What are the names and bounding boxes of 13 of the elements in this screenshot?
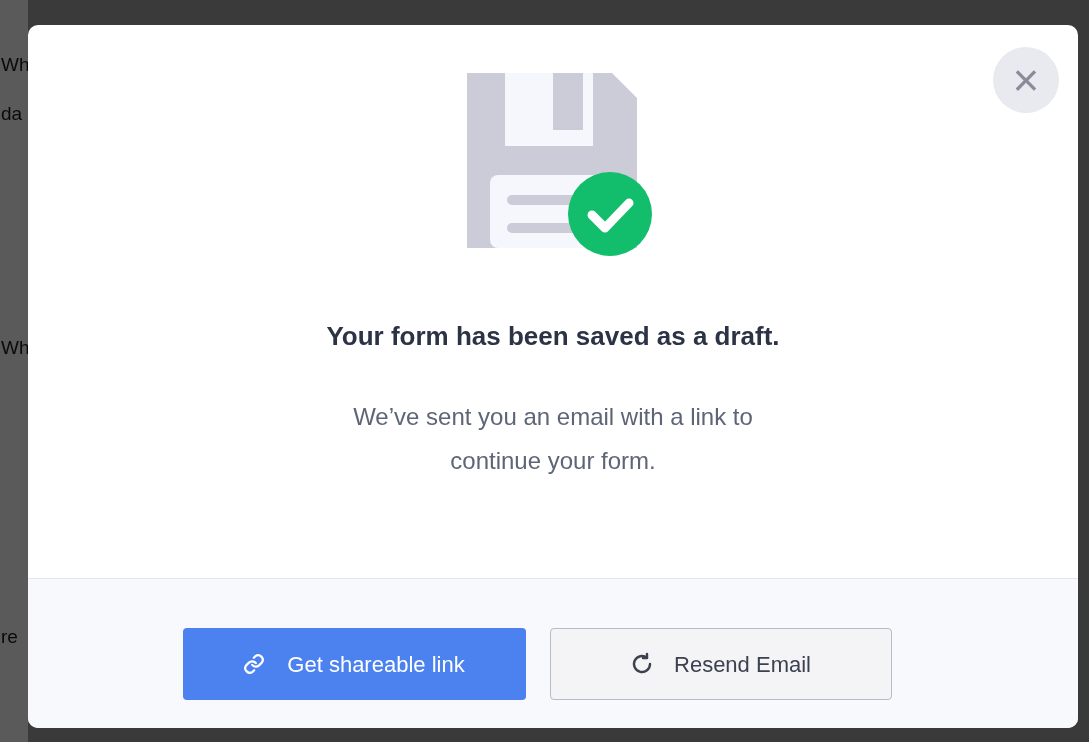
- background-text: da: [1, 104, 24, 123]
- refresh-icon: [630, 652, 654, 676]
- resend-email-button[interactable]: Resend Email: [549, 628, 892, 700]
- dialog-message: We’ve sent you an email with a link to: [353, 402, 753, 432]
- background-text: re: [1, 627, 19, 646]
- saved-floppy-disk-icon: [467, 73, 653, 257]
- dialog-title: Your form has been saved as a draft.: [326, 323, 780, 349]
- background-text: Wh: [1, 338, 28, 357]
- dialog-message: continue your form.: [450, 446, 656, 476]
- link-icon: [243, 653, 266, 675]
- close-button[interactable]: ×: [993, 47, 1059, 113]
- get-shareable-link-button[interactable]: Get shareable link: [182, 628, 526, 700]
- background-text: Wh: [1, 55, 28, 74]
